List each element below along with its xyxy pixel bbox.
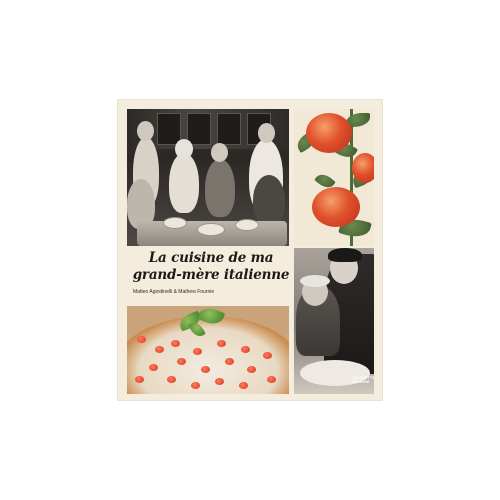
family-dinner-photo bbox=[127, 109, 289, 246]
publisher-line-2: CUISINE bbox=[352, 379, 370, 384]
book-authors: Matteo Agostinelli & Mathew Fournie bbox=[133, 289, 215, 295]
title-block: La cuisine de ma grand-mère italienne Ma… bbox=[127, 248, 289, 306]
book-cover: La cuisine de ma grand-mère italienne Ma… bbox=[118, 100, 382, 400]
grandmother-photo: HACHETTE CUISINE bbox=[294, 248, 374, 394]
title-line-2: grand-mère italienne bbox=[132, 267, 289, 283]
publisher-logo: HACHETTE CUISINE bbox=[352, 376, 374, 384]
title-line-1: La cuisine de ma bbox=[148, 250, 274, 266]
book-title: La cuisine de ma grand-mère italienne bbox=[131, 250, 289, 284]
pizza-photo bbox=[127, 306, 289, 394]
tomato-illustration bbox=[294, 109, 374, 246]
